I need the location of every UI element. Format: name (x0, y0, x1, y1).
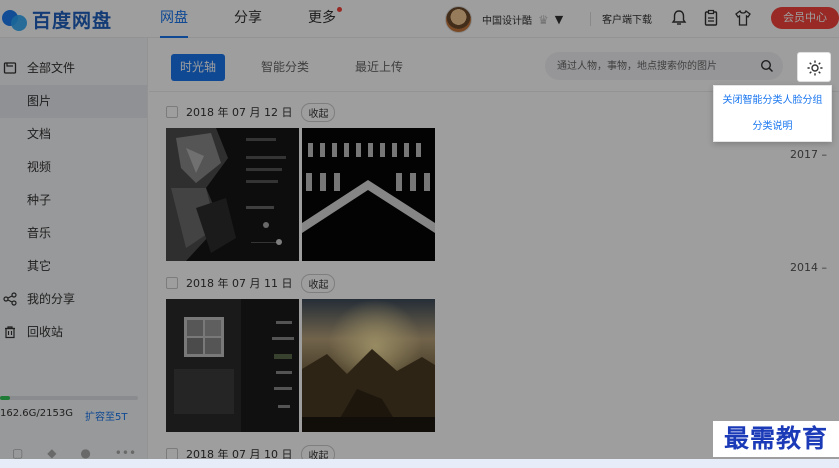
share-icon (3, 292, 17, 306)
expand-storage-link[interactable]: 扩容至5T (85, 408, 127, 423)
more-icon[interactable]: ••• (115, 446, 136, 460)
photo-thumbnail[interactable] (166, 128, 299, 261)
timeline-year-marker[interactable]: 2017 – (790, 148, 827, 161)
android-icon[interactable]: ◆ (47, 446, 56, 460)
nav-share[interactable]: 分享 (234, 0, 262, 38)
apple-icon[interactable]: ● (80, 446, 90, 460)
storage-used-text: 162.6G/2153G (0, 408, 73, 419)
collapse-button[interactable]: 收起 (301, 273, 336, 293)
avatar[interactable] (445, 6, 472, 33)
nav-more[interactable]: 更多 (308, 0, 342, 38)
gear-icon (807, 60, 823, 76)
photo-thumbnail[interactable] (166, 299, 299, 432)
photo-thumbnail[interactable] (302, 128, 435, 261)
sidebar-item-documents[interactable]: 文档 (0, 118, 147, 151)
sidebar-item-my-shares[interactable]: 我的分享 (0, 283, 147, 316)
vip-center-button[interactable]: 会员中心 (771, 7, 839, 29)
watermark: 最需教育 (713, 421, 839, 457)
search-box (545, 52, 783, 80)
divider (590, 12, 591, 26)
settings-button[interactable] (797, 52, 831, 82)
sidebar-item-recycle-bin[interactable]: 回收站 (0, 316, 147, 349)
group-date: 2018 年 07 月 12 日 (186, 106, 293, 119)
sidebar-item-music[interactable]: 音乐 (0, 217, 147, 250)
notification-dot (337, 7, 342, 12)
group-date: 2018 年 07 月 11 日 (186, 277, 293, 290)
group-select-checkbox[interactable] (166, 277, 178, 289)
tab-timeline[interactable]: 时光轴 (171, 54, 226, 81)
sidebar: 全部文件 图片 文档 视频 种子 音乐 其它 我的分享 回收站 162.6G/2… (0, 38, 148, 468)
nav-netdisk[interactable]: 网盘 (160, 0, 188, 38)
nav-more-label: 更多 (308, 10, 336, 26)
user-menu[interactable]: 中国设计酷 ♛ ▼ (445, 6, 563, 33)
timeline-group: 2018 年 07 月 12 日 收起 (166, 102, 438, 261)
settings-dropdown-menu: 关闭智能分类人脸分组 分类说明 (713, 85, 832, 142)
tshirt-icon[interactable] (734, 9, 752, 27)
search-input[interactable] (557, 58, 757, 74)
chevron-down-icon[interactable]: ▼ (555, 13, 563, 26)
sidebar-item-torrents[interactable]: 种子 (0, 184, 147, 217)
bell-icon[interactable] (670, 9, 688, 27)
device-download-icons: ▢ ◆ ● ••• (0, 446, 148, 460)
view-tabs: 时光轴 智能分类 最近上传 (149, 38, 839, 92)
top-navigation-bar: 百度网盘 网盘 分享 更多 中国设计酷 ♛ ▼ 客户端下载 会员中心 (0, 0, 839, 38)
timeline-year-marker[interactable]: 2014 – (790, 261, 827, 274)
storage-usage: 162.6G/2153G 扩容至5T (0, 396, 148, 423)
trash-icon (5, 326, 15, 339)
main-nav: 网盘 分享 更多 (160, 0, 382, 38)
sidebar-item-images[interactable]: 图片 (0, 85, 147, 118)
clipboard-icon[interactable] (702, 9, 720, 27)
client-download-link[interactable]: 客户端下载 (602, 11, 652, 26)
tab-recent-uploads[interactable]: 最近上传 (355, 54, 403, 81)
sidebar-item-videos[interactable]: 视频 (0, 151, 147, 184)
sidebar-item-label: 回收站 (27, 325, 64, 339)
windows-icon[interactable]: ▢ (12, 446, 23, 460)
sidebar-item-all-files[interactable]: 全部文件 (0, 52, 147, 85)
cloud-logo-icon (2, 8, 28, 32)
tab-smart-category[interactable]: 智能分类 (261, 54, 309, 81)
folder-icon (3, 62, 17, 74)
photo-thumbnail[interactable] (302, 299, 435, 432)
username[interactable]: 中国设计酷 (482, 12, 532, 27)
sidebar-item-label: 我的分享 (27, 292, 76, 306)
vip-crown-icon: ♛ (538, 12, 549, 27)
group-select-checkbox[interactable] (166, 106, 178, 118)
sidebar-item-label: 全部文件 (27, 61, 76, 75)
storage-progress-fill (0, 396, 11, 400)
toggle-face-grouping-item[interactable]: 关闭智能分类人脸分组 (714, 88, 831, 114)
search-icon[interactable] (760, 59, 774, 73)
timeline-group: 2018 年 07 月 11 日 收起 (166, 273, 438, 432)
storage-progress-bar (0, 396, 138, 400)
collapse-button[interactable]: 收起 (301, 102, 336, 122)
category-help-item[interactable]: 分类说明 (714, 114, 831, 140)
bottom-strip (0, 459, 839, 468)
baidu-netdisk-logo[interactable]: 百度网盘 (2, 6, 112, 33)
logo-text: 百度网盘 (32, 10, 113, 32)
sidebar-item-other[interactable]: 其它 (0, 250, 147, 283)
